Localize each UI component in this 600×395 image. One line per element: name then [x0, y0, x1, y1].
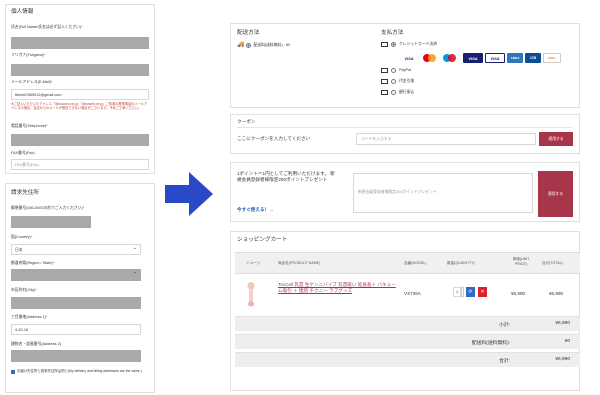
fax-field[interactable]: FAX番号(Fax) — [11, 159, 149, 170]
grand-total-value: ¥6,990 — [555, 357, 570, 362]
phone-input[interactable] — [11, 134, 149, 146]
remove-item-button[interactable]: ✕ — [478, 287, 487, 297]
payment-paypal-option[interactable]: PayPal — [381, 68, 411, 73]
product-thumbnail-icon — [247, 282, 255, 307]
coupon-apply-button[interactable]: 適用する — [539, 132, 573, 146]
shipping-fee-row: 配送料(送料無料): ¥0 — [235, 334, 580, 349]
chevron-down-icon: ⌄ — [133, 269, 138, 275]
city-label: 市区町村(City)* — [11, 288, 37, 292]
billing-address-panel: 請求先住所 郵便番号(000-0000の形でご入力ください)* 国(Countr… — [5, 183, 155, 393]
payment-credit-option[interactable]: クレジットカード決済 — [381, 42, 437, 47]
arrow-right-icon — [165, 172, 213, 216]
col-total: 合計(TOTAL) — [542, 261, 563, 265]
same-address-label: お届け先住所と請求先住所は同じ(My delivery and billing … — [17, 369, 142, 373]
discover-icon: DISC — [543, 53, 561, 63]
coupon-input[interactable]: コードを入力する — [356, 133, 536, 145]
phone-label: 電話番号(Telephone)* — [11, 124, 48, 128]
cart-heading: ショッピングカート — [237, 237, 288, 243]
shipping-fee-label: 配送料(送料無料): — [471, 341, 510, 346]
personal-info-panel: 個人情報 氏名(Full Name/氏名は必ず記入ください)* フリガナ(Fur… — [5, 4, 155, 174]
quantity-stepper[interactable] — [461, 287, 464, 297]
addr2-label: 建物名・部屋番号(Address 2) — [11, 342, 61, 346]
shipping-radio[interactable] — [246, 43, 252, 48]
personal-info-heading: 個人情報 — [11, 9, 34, 15]
update-quantity-button[interactable]: ⟳ — [466, 287, 475, 297]
points-link[interactable]: 今すぐ使える！→ — [237, 207, 274, 213]
name-label: 氏名(Full Name/氏名は必ず記入ください)* — [11, 25, 83, 29]
coupon-panel: クーポン ここにクーポンを入力してください コードを入力する 適用する — [230, 114, 580, 154]
email-label: メールアドレス(E-Mail)* — [11, 80, 53, 84]
cod-radio[interactable] — [391, 79, 396, 84]
grand-total-label: 合計: — [499, 359, 510, 364]
paypal-radio[interactable] — [391, 68, 396, 73]
mastercard-icon — [421, 53, 439, 63]
credit-radio[interactable] — [391, 42, 396, 47]
coupon-divider — [237, 127, 572, 128]
product-name-link[interactable]: TocCell 乳首 生ケンニバイブ 乳首吸い 延長長＋ バキューム吸引 ＋ 連… — [278, 282, 398, 294]
col-unit-price: 単価(UNIT PRICE) — [512, 257, 530, 266]
addr1-field[interactable]: 4-92-18 — [11, 324, 141, 335]
product-image[interactable] — [245, 280, 257, 308]
coupon-heading: クーポン — [237, 119, 256, 124]
addr2-input[interactable] — [11, 350, 141, 362]
state-label: 都道府県(Region / State)* — [11, 261, 55, 265]
amex-icon: AMEX — [507, 53, 523, 63]
country-select[interactable]: 日本 ⌄ — [11, 244, 141, 255]
fax-label: FAX番号(Fax) — [11, 151, 35, 155]
close-icon: ✕ — [480, 289, 485, 295]
truck-icon: 🚚 — [237, 42, 245, 48]
city-input[interactable] — [11, 297, 141, 309]
subtotal-row: 小計: ¥6,990 — [235, 316, 580, 331]
coupon-prompt: ここにクーポンを入力してください — [237, 136, 311, 141]
postal-label: 郵便番号(000-0000の形でご入力ください)* — [11, 206, 85, 210]
maestro-icon — [441, 53, 459, 63]
addr1-label: 丁目番地(Address 1)* — [11, 315, 48, 319]
postal-input[interactable] — [11, 216, 91, 228]
shipping-fee-value: ¥0 — [564, 339, 570, 344]
furigana-label: フリガナ(Furigana)* — [11, 53, 46, 57]
email-note: ※ご記入いただいたアドレス「@docomo.ne.jp」「@ezweb.ne.j… — [11, 102, 148, 111]
bank-radio[interactable] — [391, 90, 396, 95]
visa-icon: VISA — [404, 55, 414, 61]
state-select[interactable] — [11, 269, 141, 281]
subtotal-value: ¥6,990 — [555, 321, 570, 326]
points-text: 1ポイント＝1円としてご利用いただけます。 新規会員登録者様限定200ポイントプ… — [237, 171, 335, 182]
shipping-payment-panel: 配送方法 🚚 配送料(送料無料) - ¥0 支払方法 クレジットカード決済 VI… — [230, 23, 580, 108]
jcb-icon: JCB — [525, 53, 541, 63]
col-quantity: 数量(QUANTITY) — [447, 261, 475, 265]
line-total: ¥6,990 — [549, 291, 564, 296]
chevron-down-icon: ⌄ — [132, 245, 137, 251]
points-input[interactable]: 新規会員登録者様限定200ポイントプレゼント — [353, 173, 533, 213]
credit-card-icon — [381, 90, 388, 95]
credit-card-icon — [381, 68, 388, 73]
furigana-input[interactable] — [11, 64, 149, 76]
credit-card-icon — [381, 42, 388, 47]
refresh-icon: ⟳ — [468, 289, 473, 295]
col-product-name: 商品名(PRODUCT NAME) — [278, 261, 321, 265]
col-image: イメージ — [246, 261, 261, 265]
grand-total-row: 合計: ¥6,990 — [235, 352, 580, 367]
points-panel: 1ポイント＝1円としてご利用いただけます。 新規会員登録者様限定200ポイントプ… — [230, 162, 580, 222]
email-field[interactable]: tbhdxr0389012@gmail.com — [11, 89, 149, 100]
visa-electron-icon: VISA — [463, 53, 483, 63]
name-input[interactable] — [11, 37, 149, 49]
billing-heading: 請求先住所 — [11, 190, 39, 196]
points-apply-button[interactable]: 適用する — [538, 171, 573, 217]
shipping-option[interactable]: 🚚 配送料(送料無料) - ¥0 — [237, 42, 290, 48]
payment-heading: 支払方法 — [381, 30, 404, 36]
col-model: 品番(MODEL) — [404, 261, 427, 265]
subtotal-label: 小計: — [499, 323, 510, 328]
payment-bank-option[interactable]: 銀行振込 — [381, 90, 414, 95]
same-address-checkbox[interactable] — [11, 370, 15, 374]
unit-price: ¥6,990 — [511, 291, 526, 296]
product-model: VX736A — [404, 291, 421, 296]
quantity-input[interactable]: 1 — [453, 287, 461, 297]
payment-cod-option[interactable]: 代金引換 — [381, 79, 414, 84]
credit-card-icon — [381, 79, 388, 84]
shipping-heading: 配送方法 — [237, 30, 260, 36]
visa-debit-icon: VISA — [485, 53, 505, 63]
country-label: 国(Country)* — [11, 235, 33, 239]
